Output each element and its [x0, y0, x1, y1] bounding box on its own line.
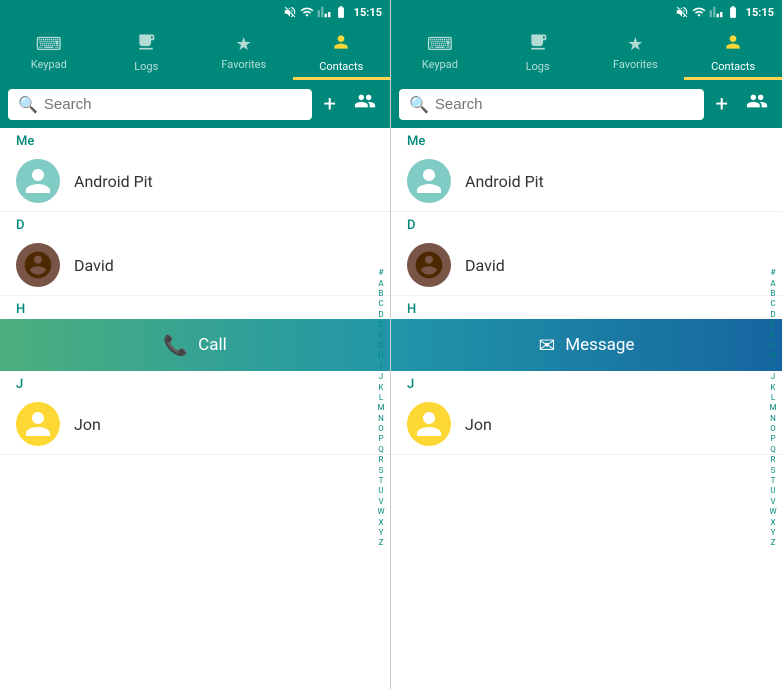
contacts-group-button-right[interactable] [740, 88, 774, 120]
mute-icon-right [675, 5, 689, 19]
time-left: 15:15 [354, 6, 382, 19]
android-pit-name-right: Android Pit [465, 172, 544, 191]
contacts-list-left: Me Android Pit D David H 📞 Call J Jon [0, 128, 390, 689]
tab-keypad-label-right: Keypad [422, 58, 458, 71]
tab-logs-right[interactable]: Logs [489, 24, 587, 80]
message-action-bar[interactable]: ✉ Message [391, 319, 782, 371]
tab-logs-label-left: Logs [134, 60, 158, 73]
battery-icon-right [726, 5, 740, 19]
david-name-right: David [465, 256, 505, 275]
tab-bar-left: ⌨ Keypad Logs ★ Favorites Contacts [0, 24, 390, 80]
android-pit-row-left[interactable]: Android Pit [0, 151, 390, 212]
alpha-index-left: # A B C D E F G H I J K L M N O P Q R S … [372, 128, 390, 689]
battery-icon [334, 5, 348, 19]
status-icons-left [283, 5, 348, 19]
contacts-list-right: Me Android Pit D David H ✉ Message J Jon [391, 128, 782, 689]
message-label: Message [565, 335, 634, 355]
left-panel: 15:15 ⌨ Keypad Logs ★ Favorites Contacts… [0, 0, 391, 689]
wifi-icon-right [692, 5, 706, 19]
add-contact-button-left[interactable]: + [318, 90, 342, 119]
david-row-right[interactable]: David [391, 235, 782, 296]
search-icon-left: 🔍 [18, 95, 38, 114]
jon-name-right: Jon [465, 415, 492, 434]
status-bar-left: 15:15 [0, 0, 390, 24]
david-name-left: David [74, 256, 114, 275]
section-d-right: D [391, 212, 782, 235]
time-right: 15:15 [746, 6, 774, 19]
search-bar-left: 🔍 + [0, 80, 390, 128]
search-wrapper-right[interactable]: 🔍 [399, 89, 704, 120]
logs-icon-left [136, 32, 156, 57]
tab-keypad-label-left: Keypad [31, 58, 67, 71]
message-icon: ✉ [539, 333, 556, 357]
search-bar-right: 🔍 + [391, 80, 782, 128]
android-pit-avatar-left [16, 159, 60, 203]
tab-favorites-label-left: Favorites [221, 58, 266, 71]
tab-contacts-left[interactable]: Contacts [293, 24, 391, 80]
tab-favorites-left[interactable]: ★ Favorites [195, 24, 293, 80]
tab-favorites-label-right: Favorites [613, 58, 658, 71]
tab-contacts-label-right: Contacts [711, 60, 755, 73]
status-bar-right: 15:15 [391, 0, 782, 24]
tab-keypad-right[interactable]: ⌨ Keypad [391, 24, 489, 80]
search-input-right[interactable] [435, 96, 694, 113]
alpha-index-right: # A B C D E F G H I J K L M N O P Q R S … [764, 128, 782, 689]
jon-name-left: Jon [74, 415, 101, 434]
tab-logs-left[interactable]: Logs [98, 24, 196, 80]
wifi-icon [300, 5, 314, 19]
status-icons-right [675, 5, 740, 19]
section-h-left: H [0, 296, 390, 319]
jon-avatar-right [407, 402, 451, 446]
david-row-left[interactable]: David [0, 235, 390, 296]
favorites-icon-left: ★ [236, 34, 252, 55]
section-j-left: J [0, 371, 390, 394]
search-icon-right: 🔍 [409, 95, 429, 114]
call-label: Call [198, 335, 227, 355]
right-panel: 15:15 ⌨ Keypad Logs ★ Favorites Contacts… [391, 0, 782, 689]
tab-logs-label-right: Logs [526, 60, 550, 73]
section-h-right: H [391, 296, 782, 319]
contacts-group-button-left[interactable] [348, 88, 382, 120]
jon-row-left[interactable]: Jon [0, 394, 390, 455]
me-label-right: Me [391, 128, 782, 151]
tab-contacts-label-left: Contacts [319, 60, 363, 73]
logs-icon-right [528, 32, 548, 57]
android-pit-row-right[interactable]: Android Pit [391, 151, 782, 212]
signal-icon-right [709, 5, 723, 19]
contacts-icon-left [331, 32, 351, 57]
call-action-bar[interactable]: 📞 Call [0, 319, 390, 371]
keypad-icon-left: ⌨ [36, 34, 62, 55]
android-pit-name-left: Android Pit [74, 172, 153, 191]
search-wrapper-left[interactable]: 🔍 [8, 89, 312, 120]
search-input-left[interactable] [44, 96, 302, 113]
jon-row-right[interactable]: Jon [391, 394, 782, 455]
add-contact-button-right[interactable]: + [710, 90, 734, 119]
section-d-left: D [0, 212, 390, 235]
tab-bar-right: ⌨ Keypad Logs ★ Favorites Contacts [391, 24, 782, 80]
signal-icon [317, 5, 331, 19]
tab-favorites-right[interactable]: ★ Favorites [587, 24, 685, 80]
tab-contacts-right[interactable]: Contacts [684, 24, 782, 80]
favorites-icon-right: ★ [627, 34, 643, 55]
mute-icon [283, 5, 297, 19]
jon-avatar-left [16, 402, 60, 446]
david-avatar-left [16, 243, 60, 287]
me-label-left: Me [0, 128, 390, 151]
call-icon: 📞 [163, 333, 188, 357]
android-pit-avatar-right [407, 159, 451, 203]
section-j-right: J [391, 371, 782, 394]
tab-keypad-left[interactable]: ⌨ Keypad [0, 24, 98, 80]
david-avatar-right [407, 243, 451, 287]
contacts-icon-right [723, 32, 743, 57]
keypad-icon-right: ⌨ [427, 34, 453, 55]
